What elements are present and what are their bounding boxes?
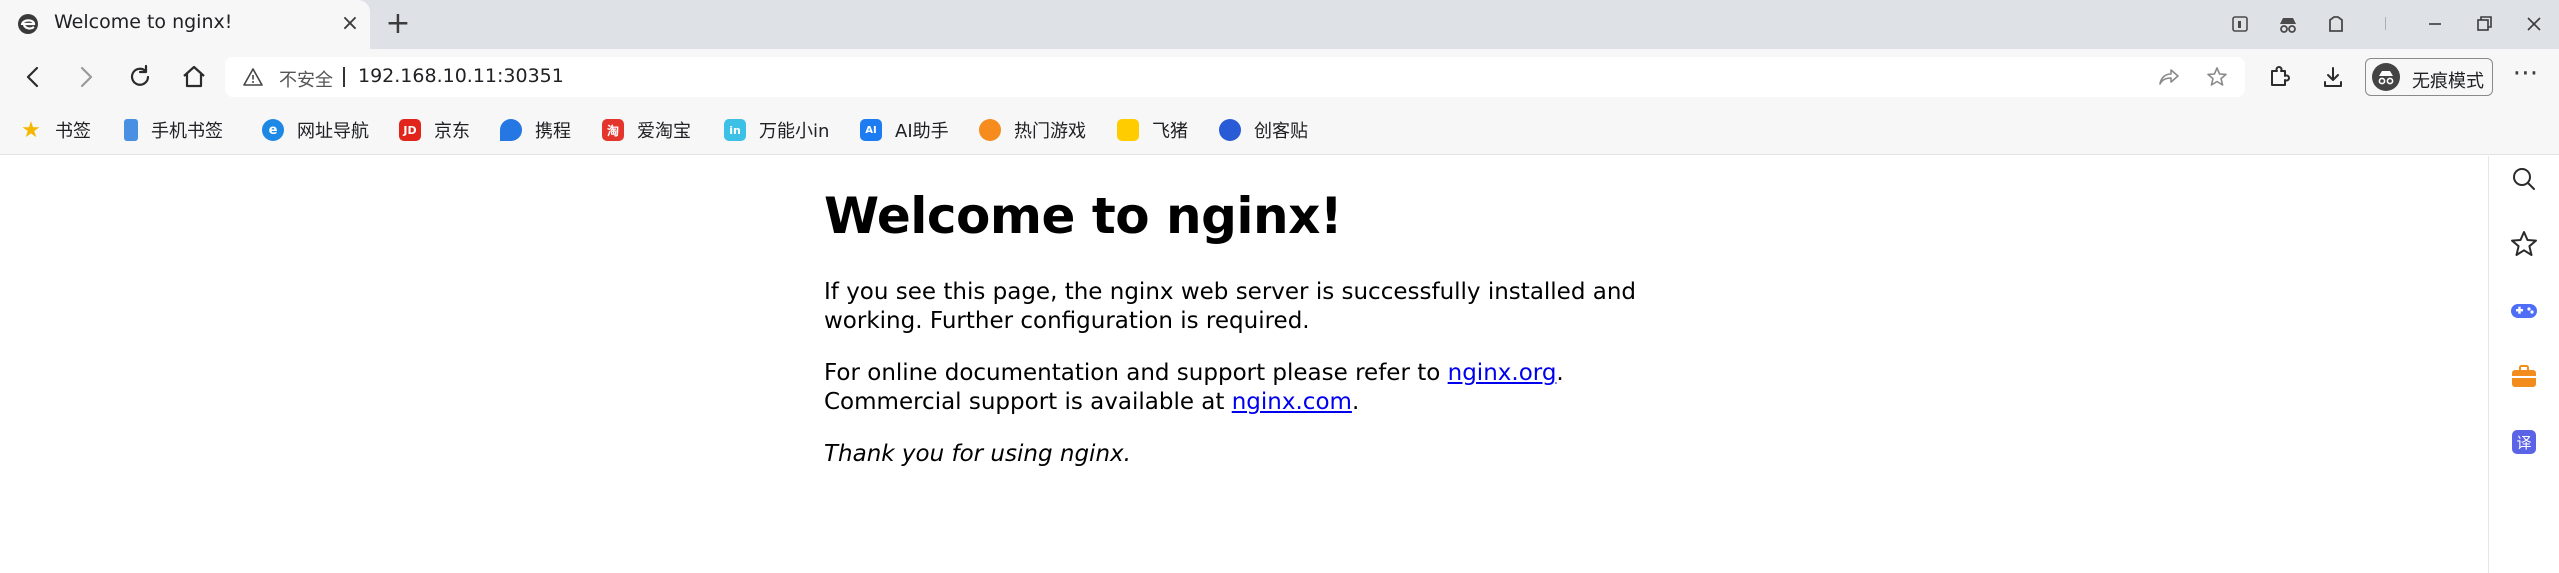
tab-close-icon[interactable]: × <box>338 12 362 36</box>
tab-strip: Welcome to nginx! × + <box>0 0 2559 49</box>
bookmark-label: 飞猪 <box>1152 121 1188 142</box>
bookmark-item[interactable]: AI AI助手 <box>860 116 949 144</box>
bookmark-label: 书签 <box>55 121 91 142</box>
incognito-button[interactable]: 无痕模式 <box>2365 58 2493 96</box>
bookmark-label: 网址导航 <box>297 121 369 142</box>
downloads-icon[interactable] <box>2317 61 2349 93</box>
translate-icon[interactable]: 译 <box>2508 426 2540 458</box>
edge-icon: e <box>262 119 284 141</box>
bookmark-item[interactable]: JD 京东 <box>399 116 470 144</box>
bookmark-label: 京东 <box>434 121 470 142</box>
page-heading: Welcome to nginx! <box>824 187 1343 245</box>
extensions-puzzle-icon[interactable] <box>2263 61 2295 93</box>
bookmark-label: AI助手 <box>895 121 949 142</box>
extensions-icon[interactable] <box>2322 10 2350 38</box>
tab-title: Welcome to nginx! <box>54 11 233 33</box>
browser-tab[interactable]: Welcome to nginx! × <box>0 0 370 49</box>
share-icon[interactable] <box>2157 65 2181 89</box>
bookmark-item[interactable]: ★ 书签 <box>20 116 91 144</box>
thanks-line: Thank you for using nginx. <box>824 441 1131 467</box>
bookmark-item[interactable]: 热门游戏 <box>979 116 1086 144</box>
incognito-avatar-icon <box>2372 63 2400 91</box>
omnibox-divider <box>343 67 345 87</box>
restore-icon[interactable] <box>2470 10 2498 38</box>
edge-favicon-icon <box>17 13 39 35</box>
docs-line: For online documentation and support ple… <box>824 359 1564 388</box>
jd-icon: JD <box>399 119 421 141</box>
bookmark-label: 爱淘宝 <box>637 121 691 142</box>
commercial-period: . <box>1351 389 1360 415</box>
insecure-label[interactable]: 不安全 <box>279 66 333 92</box>
favorite-star-icon[interactable] <box>2205 65 2229 89</box>
gamepad-icon[interactable] <box>2508 294 2540 326</box>
fliggy-icon <box>1117 119 1139 141</box>
nginx-org-link[interactable]: nginx.org <box>1448 360 1557 386</box>
forward-icon[interactable] <box>70 61 102 93</box>
page-content: Welcome to nginx! If you see this page, … <box>0 156 2488 573</box>
games-icon <box>979 119 1001 141</box>
home-icon[interactable] <box>178 61 210 93</box>
svg-text:译: 译 <box>2516 434 2531 452</box>
bookmark-item[interactable]: 创客贴 <box>1219 116 1308 144</box>
sidebar-divider <box>2488 156 2489 573</box>
incognito-label: 无痕模式 <box>2412 71 2484 92</box>
bookmark-label: 热门游戏 <box>1014 121 1086 142</box>
close-window-icon[interactable] <box>2520 10 2548 38</box>
bookmark-item[interactable]: 淘 爱淘宝 <box>602 116 691 144</box>
window-separator <box>2385 17 2386 30</box>
bookmark-item[interactable]: 手机书签 <box>124 116 223 144</box>
browser-toolbar: 不安全 192.168.10.11:30351 无痕模式 ⋯ <box>0 49 2559 105</box>
taobao-icon: 淘 <box>602 119 624 141</box>
back-icon[interactable] <box>17 61 49 93</box>
ctrip-icon <box>500 119 522 141</box>
incognito-mask-icon[interactable] <box>2274 10 2302 38</box>
toolbox-icon[interactable] <box>2508 360 2540 392</box>
bookmark-item[interactable]: in 万能小in <box>724 116 829 144</box>
minimize-icon[interactable] <box>2421 10 2449 38</box>
bookmark-label: 创客贴 <box>1254 121 1308 142</box>
bookmark-label: 手机书签 <box>151 121 223 142</box>
commercial-text: Commercial support is available at <box>824 389 1232 415</box>
workspaces-icon[interactable] <box>2226 10 2254 38</box>
ai-assistant-icon: AI <box>860 119 882 141</box>
intro-line-2: working. Further configuration is requir… <box>824 308 1310 334</box>
in-icon: in <box>724 119 746 141</box>
reload-icon[interactable] <box>124 61 156 93</box>
phone-bookmark-icon <box>124 119 138 141</box>
new-tab-button[interactable]: + <box>383 9 413 39</box>
bookmarks-bar: ★ 书签 手机书签 e 网址导航 JD 京东 携程 淘 爱淘宝 in 万能小in… <box>0 105 2559 155</box>
bookmark-item[interactable]: 飞猪 <box>1117 116 1188 144</box>
docs-text: For online documentation and support ple… <box>824 360 1448 386</box>
bookmark-label: 万能小in <box>759 121 830 142</box>
nginx-com-link[interactable]: nginx.com <box>1232 389 1352 415</box>
bookmark-label: 携程 <box>535 121 571 142</box>
search-icon[interactable] <box>2508 163 2540 195</box>
more-menu-icon[interactable]: ⋯ <box>2510 60 2542 92</box>
favorites-star-icon[interactable] <box>2508 228 2540 260</box>
address-bar[interactable]: 不安全 192.168.10.11:30351 <box>225 57 2245 97</box>
url-text[interactable]: 192.168.10.11:30351 <box>358 65 564 87</box>
docs-period: . <box>1556 360 1564 386</box>
chuangkit-icon <box>1219 119 1241 141</box>
intro-line-1: If you see this page, the nginx web serv… <box>824 279 1637 305</box>
commercial-line: Commercial support is available at nginx… <box>824 388 1359 417</box>
bookmark-item[interactable]: e 网址导航 <box>262 116 369 144</box>
bookmark-item[interactable]: 携程 <box>500 116 571 144</box>
warning-triangle-icon[interactable] <box>243 67 263 87</box>
star-icon: ★ <box>21 117 41 143</box>
